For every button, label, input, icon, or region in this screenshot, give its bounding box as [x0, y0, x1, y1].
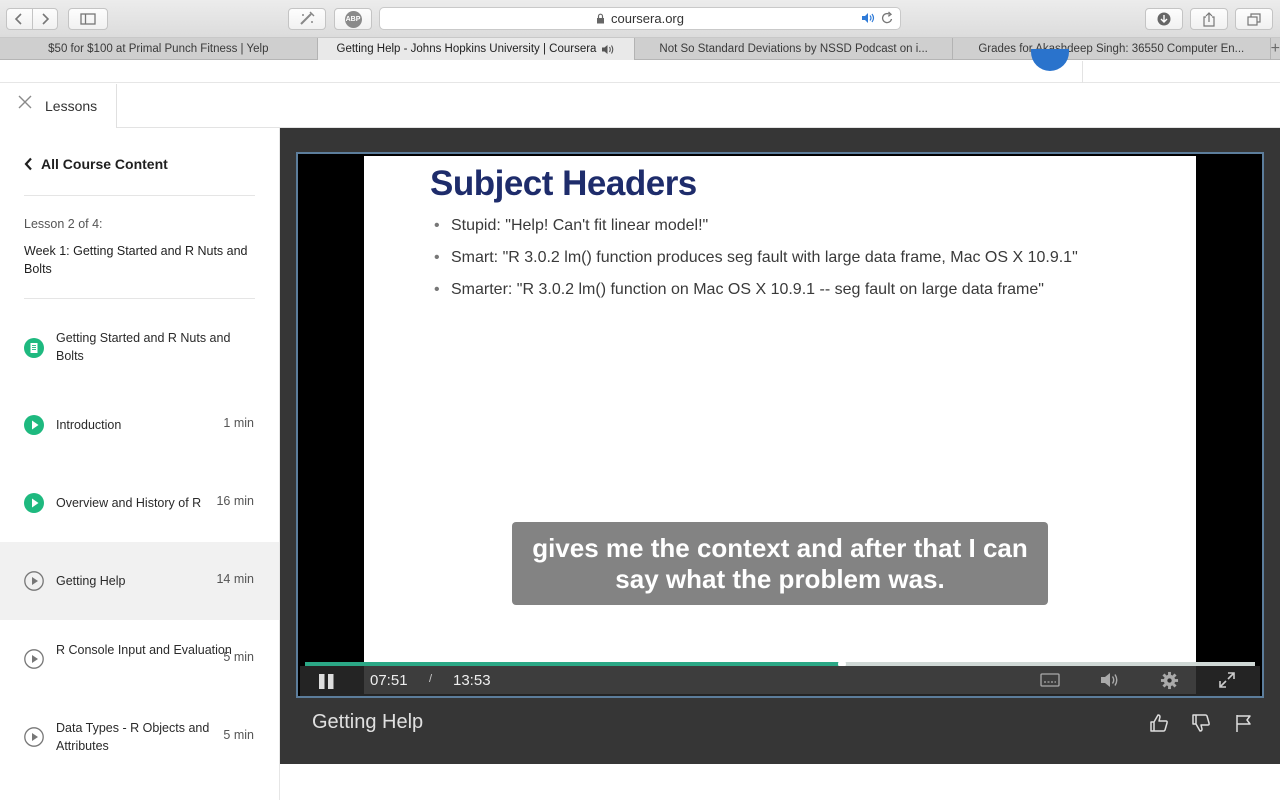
- reload-icon[interactable]: [881, 11, 894, 28]
- adblock-icon: ABP: [344, 10, 362, 28]
- tabs-icon[interactable]: [1235, 8, 1273, 30]
- share-icon[interactable]: [1190, 8, 1228, 30]
- item-title: Getting Started and R Nuts and Bolts: [56, 331, 231, 363]
- url-text: coursera.org: [611, 11, 684, 26]
- chevron-left-icon: [24, 157, 33, 171]
- adblock-button[interactable]: ABP: [334, 8, 372, 30]
- total-time: 13:53: [453, 672, 491, 689]
- video-player[interactable]: Subject Headers • Stupid: "Help! Can't fi…: [296, 152, 1264, 698]
- browser-tab[interactable]: Not So Standard Deviations by NSSD Podca…: [635, 38, 953, 60]
- slide-bullet: • Smart: "R 3.0.2 lm() function produces …: [434, 249, 1078, 266]
- play-icon: [24, 727, 44, 747]
- play-icon: [24, 649, 44, 669]
- slide-bullet: • Stupid: "Help! Can't fit linear model!": [434, 217, 709, 234]
- item-duration: 5 min: [223, 650, 254, 664]
- time-separator: /: [429, 673, 433, 685]
- avatar[interactable]: [1031, 49, 1069, 71]
- settings-gear-icon[interactable]: [1160, 671, 1179, 690]
- slide-bullet: • Smarter: "R 3.0.2 lm() function on Mac …: [434, 281, 1044, 298]
- browser-toolbar: ABP coursera.org: [0, 0, 1280, 38]
- divider: [24, 195, 255, 196]
- lessons-bar: Lessons: [0, 84, 1280, 128]
- close-icon[interactable]: [18, 95, 32, 114]
- lesson-count: Lesson 2 of 4:: [24, 217, 103, 231]
- sidebar-item-r-console[interactable]: R Console Input and Evaluation 5 min: [0, 620, 279, 698]
- flag-icon[interactable]: [1234, 713, 1254, 733]
- lesson-title: Week 1: Getting Started and R Nuts and B…: [24, 244, 248, 276]
- sidebar-item-introduction[interactable]: Introduction 1 min: [0, 386, 279, 464]
- page-header: [0, 49, 1280, 83]
- extension-icon[interactable]: [288, 8, 326, 30]
- lesson-sidebar: All Course Content Lesson 2 of 4: Week 1…: [0, 128, 280, 800]
- play-icon: [24, 571, 44, 591]
- divider: [24, 298, 255, 299]
- video-title: Getting Help: [312, 711, 424, 733]
- current-time: 07:51: [370, 672, 408, 689]
- subtitle-caption: gives me the context and after that I ca…: [512, 522, 1048, 605]
- address-bar[interactable]: coursera.org: [379, 7, 901, 30]
- new-tab-icon[interactable]: +: [1271, 38, 1280, 59]
- item-title: Introduction: [56, 418, 122, 432]
- play-icon: [24, 415, 44, 435]
- sidebar-icon[interactable]: [68, 8, 108, 30]
- tab-bar: $50 for $100 at Primal Punch Fitness | Y…: [0, 38, 1280, 60]
- sidebar-item-getting-help[interactable]: Getting Help 14 min: [0, 542, 279, 620]
- sidebar-item-data-types[interactable]: Data Types - R Objects and Attributes 5 …: [0, 698, 279, 776]
- browser-tab-active[interactable]: Getting Help - Johns Hopkins University …: [317, 38, 636, 60]
- thumbs-down-icon[interactable]: [1191, 713, 1211, 733]
- forward-icon[interactable]: [31, 9, 58, 29]
- slide: Subject Headers • Stupid: "Help! Can't fi…: [364, 156, 1196, 694]
- item-duration: 1 min: [223, 416, 254, 430]
- header-divider: [1082, 61, 1083, 83]
- download-icon[interactable]: [1145, 8, 1183, 30]
- play-icon: [24, 493, 44, 513]
- back-icon[interactable]: [7, 9, 32, 29]
- nav-buttons: [6, 8, 58, 30]
- lock-icon: [596, 13, 605, 24]
- item-duration: 16 min: [216, 494, 254, 508]
- item-title: R Console Input and Evaluation: [56, 643, 232, 657]
- item-duration: 14 min: [216, 572, 254, 586]
- fullscreen-icon[interactable]: [1218, 671, 1236, 689]
- browser-tab[interactable]: Grades for Akashdeep Singh: 36550 Comput…: [953, 38, 1271, 60]
- captions-icon[interactable]: [1040, 673, 1060, 687]
- sidebar-item-overview-history[interactable]: Overview and History of R 16 min: [0, 464, 279, 542]
- sidebar-item-getting-started[interactable]: Getting Started and R Nuts and Bolts: [0, 308, 279, 386]
- tab-speaker-icon[interactable]: [601, 44, 615, 55]
- thumbs-up-icon[interactable]: [1149, 713, 1169, 733]
- speaker-icon[interactable]: [861, 12, 876, 27]
- item-title: Overview and History of R: [56, 496, 202, 510]
- slide-title: Subject Headers: [430, 164, 697, 203]
- pause-icon[interactable]: [318, 673, 336, 690]
- item-duration: 5 min: [223, 728, 254, 742]
- item-title: Data Types - R Objects and Attributes: [56, 721, 210, 753]
- item-title: Getting Help: [56, 574, 126, 588]
- all-course-content-link[interactable]: All Course Content: [24, 156, 168, 172]
- video-controls: 07:51 / 13:53: [300, 666, 1260, 696]
- lessons-label: Lessons: [45, 98, 98, 114]
- browser-tab[interactable]: $50 for $100 at Primal Punch Fitness | Y…: [0, 38, 318, 60]
- reading-icon: [24, 338, 44, 358]
- lessons-tab[interactable]: Lessons: [0, 84, 117, 128]
- volume-icon[interactable]: [1100, 671, 1120, 689]
